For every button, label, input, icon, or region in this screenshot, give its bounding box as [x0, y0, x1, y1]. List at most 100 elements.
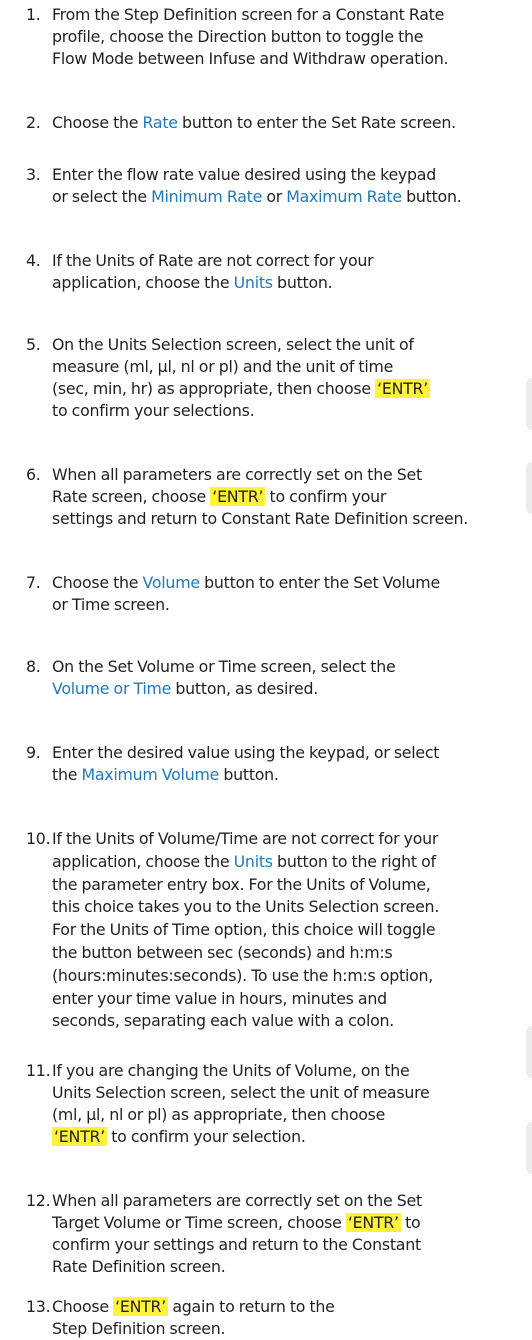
step-text-line: application, choose the Units button to … [52, 851, 532, 873]
step-text-line: the button between sec (seconds) and h:m… [52, 942, 532, 964]
step-number: 5. [26, 335, 41, 354]
step-number: 12. [26, 1191, 51, 1210]
text-run: Rate screen, choose [52, 487, 211, 506]
step-number: 6. [26, 465, 41, 484]
text-run: Rate Definition screen. [52, 1257, 226, 1276]
step-text-line: the parameter entry box. For the Units o… [52, 874, 532, 896]
text-run: From the Step Definition screen for a Co… [52, 5, 445, 24]
entr-key-highlight: ‘ENTR’ [345, 1213, 401, 1232]
text-run: Enter the flow rate value desired using … [52, 165, 437, 184]
text-run: or Time screen. [52, 595, 170, 614]
step-text-line: or Time screen. [52, 594, 532, 616]
step-text-line: Choose the Volume button to enter the Se… [52, 572, 532, 594]
text-run: or select the [52, 187, 152, 206]
step-text-line: Rate screen, choose ‘ENTR’ to confirm yo… [52, 486, 532, 508]
text-run: If the Units of Volume/Time are not corr… [52, 829, 439, 848]
step-number: 11. [26, 1061, 51, 1080]
text-run: On the Set Volume or Time screen, select… [52, 657, 396, 676]
step-number: 3. [26, 165, 41, 184]
text-run: If the Units of Rate are not correct for… [52, 251, 374, 270]
text-run: to [400, 1213, 421, 1232]
step-number: 4. [26, 251, 41, 270]
step-text-line: On the Set Volume or Time screen, select… [52, 656, 532, 678]
step-text-line: (hours:minutes:seconds). To use the h:m:… [52, 965, 532, 987]
text-run: enter your time value in hours, minutes … [52, 988, 387, 1008]
step-text-line: When all parameters are correctly set on… [52, 464, 532, 486]
text-run: (ml, µl, nl or pl) as appropriate, then … [52, 1105, 386, 1124]
button-name-reference: Volume [142, 573, 201, 592]
text-run: If you are changing the Units of Volume,… [52, 1061, 410, 1080]
button-name-reference: Rate [142, 113, 178, 132]
text-run: this choice takes you to the Units Selec… [52, 897, 440, 917]
step-text-line: Flow Mode between Infuse and Withdraw op… [52, 48, 532, 70]
step-number: 9. [26, 743, 41, 762]
button-name-reference: Minimum Rate [151, 187, 263, 206]
text-run: Step Definition screen. [52, 1319, 226, 1338]
text-run: the [52, 765, 82, 784]
step-text-line: this choice takes you to the Units Selec… [52, 896, 532, 918]
text-run: profile, choose the Direction button to … [52, 27, 424, 46]
text-run: When all parameters are correctly set on… [52, 1191, 422, 1210]
text-run: again to return to the [168, 1297, 335, 1316]
text-run: seconds, separating each value with a co… [52, 1011, 395, 1031]
step-text-line: profile, choose the Direction button to … [52, 26, 532, 48]
text-run: the parameter entry box. For the Units o… [52, 874, 431, 894]
step-text-line: the Maximum Volume button. [52, 764, 532, 786]
text-run: Target Volume or Time screen, choose [52, 1213, 346, 1232]
step-text-line: Choose ‘ENTR’ again to return to the [52, 1296, 532, 1318]
text-run: Choose [52, 1297, 114, 1316]
entr-key-highlight: ‘ENTR’ [113, 1297, 169, 1316]
text-run: button, as desired. [171, 679, 319, 698]
step-text-line: Enter the desired value using the keypad… [52, 742, 532, 764]
text-run: Choose the [52, 573, 143, 592]
button-name-reference: Maximum Rate [286, 187, 402, 206]
button-name-reference: Units [233, 851, 273, 871]
step-number: 7. [26, 573, 41, 592]
text-run: button to enter the Set Rate screen. [177, 113, 456, 132]
step-number: 8. [26, 657, 41, 676]
button-name-reference: Maximum Volume [81, 765, 220, 784]
text-run: (hours:minutes:seconds). To use the h:m:… [52, 965, 434, 985]
text-run: application, choose the [52, 851, 234, 871]
text-run: Choose the [52, 113, 143, 132]
text-run: When all parameters are correctly set on… [52, 465, 422, 484]
text-run: button to the right of [272, 851, 436, 871]
entr-key-highlight: ‘ENTR’ [52, 1127, 107, 1146]
step-text-line: ‘ENTR’ to confirm your selection. [52, 1126, 532, 1148]
text-run: or [262, 187, 287, 206]
text-run: On the Units Selection screen, select th… [52, 335, 414, 354]
text-run: confirm your settings and return to the … [52, 1235, 421, 1254]
text-run: to confirm your [265, 487, 387, 506]
step-text-line: measure (ml, µl, nl or pl) and the unit … [52, 356, 532, 378]
text-run: For the Units of Time option, this choic… [52, 920, 436, 940]
step-text-line: application, choose the Units button. [52, 272, 532, 294]
step-text-line: Step Definition screen. [52, 1318, 532, 1340]
step-number: 2. [26, 113, 41, 132]
text-run: Units Selection screen, select the unit … [52, 1083, 430, 1102]
step-text-line: settings and return to Constant Rate Def… [52, 508, 532, 530]
step-text-line: Volume or Time button, as desired. [52, 678, 532, 700]
step-text-line: confirm your settings and return to the … [52, 1234, 532, 1256]
step-number: 13. [26, 1297, 51, 1316]
text-run: to confirm your selection. [106, 1127, 306, 1146]
text-run: measure (ml, µl, nl or pl) and the unit … [52, 357, 394, 376]
text-run: button to enter the Set Volume [199, 573, 440, 592]
step-number: 10. [26, 829, 51, 848]
text-run: application, choose the [52, 273, 234, 292]
step-text-line: Target Volume or Time screen, choose ‘EN… [52, 1212, 532, 1234]
text-run: to confirm your selections. [52, 401, 255, 420]
step-text-line: seconds, separating each value with a co… [52, 1010, 532, 1032]
text-run: button. [219, 765, 279, 784]
step-text-line: If the Units of Volume/Time are not corr… [52, 828, 532, 850]
step-text-line: (sec, min, hr) as appropriate, then choo… [52, 378, 532, 400]
step-text-line: enter your time value in hours, minutes … [52, 988, 532, 1010]
button-name-reference: Volume or Time [52, 679, 172, 698]
step-text-line: Enter the flow rate value desired using … [52, 164, 532, 186]
step-text-line: When all parameters are correctly set on… [52, 1190, 532, 1212]
step-text-line: Units Selection screen, select the unit … [52, 1082, 532, 1104]
step-text-line: Rate Definition screen. [52, 1256, 532, 1278]
text-run: Flow Mode between Infuse and Withdraw op… [52, 49, 449, 68]
text-run: button. [401, 187, 462, 206]
entr-key-highlight: ‘ENTR’ [375, 379, 431, 398]
text-run: settings and return to Constant Rate Def… [52, 509, 469, 528]
